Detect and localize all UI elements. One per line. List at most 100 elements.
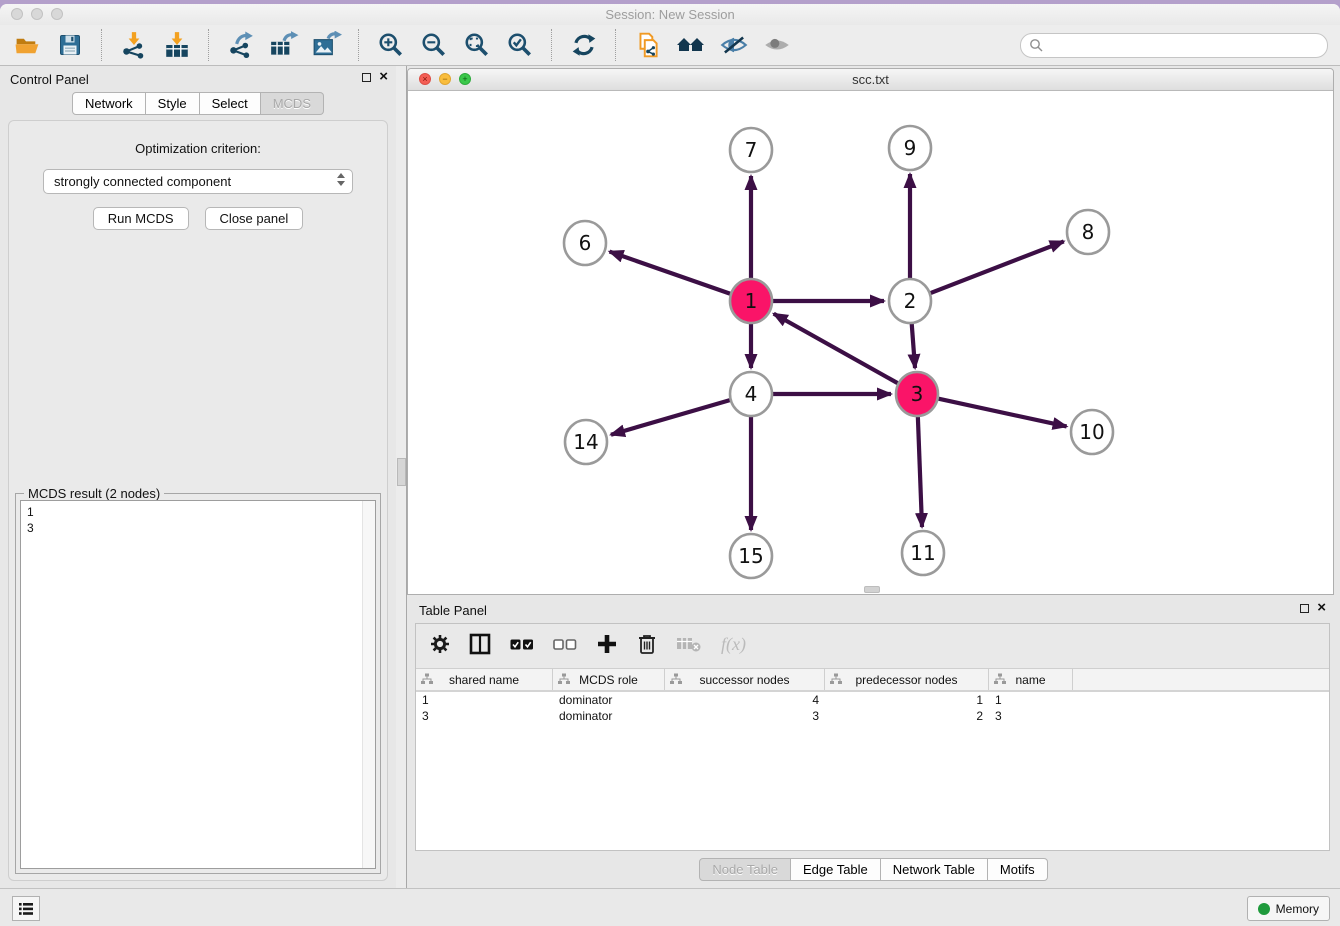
column-header-predecessor-nodes[interactable]: predecessor nodes <box>825 669 989 690</box>
search-icon <box>1029 38 1043 52</box>
edge-2-3[interactable] <box>912 323 915 368</box>
export-network-icon[interactable] <box>226 30 256 60</box>
graph-node-9[interactable]: 9 <box>889 126 931 170</box>
table-cell[interactable]: 3 <box>416 709 553 723</box>
app-window: Session: New Session <box>0 4 1340 926</box>
table-cell[interactable]: 3 <box>989 709 1073 723</box>
tab-node-table[interactable]: Node Table <box>699 858 791 881</box>
tab-motifs[interactable]: Motifs <box>988 858 1048 881</box>
column-header-shared-name[interactable]: shared name <box>416 669 553 690</box>
node-table-container: f(x) shared nameMCDS rolesuccessor nodes… <box>415 623 1330 851</box>
graph-node-11[interactable]: 11 <box>902 531 944 575</box>
table-row[interactable]: 3dominator323 <box>416 708 1329 724</box>
node-label: 11 <box>910 541 935 565</box>
node-table: shared nameMCDS rolesuccessor nodesprede… <box>416 668 1329 850</box>
mcds-result-title: MCDS result (2 nodes) <box>24 486 164 501</box>
delete-row-icon[interactable] <box>637 633 657 655</box>
node-label: 4 <box>745 382 758 406</box>
graph-node-1[interactable]: 1 <box>730 279 772 323</box>
search-input[interactable] <box>1020 33 1328 58</box>
node-label: 15 <box>738 544 763 568</box>
float-table-panel-icon[interactable] <box>1300 604 1309 613</box>
scrollbar[interactable] <box>362 501 375 868</box>
optimization-dropdown[interactable]: strongly connected component <box>43 169 353 194</box>
export-image-icon[interactable] <box>312 30 342 60</box>
zoom-fit-icon[interactable] <box>462 30 492 60</box>
delete-table-icon[interactable] <box>676 635 702 653</box>
close-table-panel-icon[interactable]: × <box>1317 602 1326 614</box>
duplicate-network-icon[interactable] <box>633 30 663 60</box>
result-line: 3 <box>27 520 375 536</box>
canvas-splitter-handle[interactable] <box>864 586 880 593</box>
add-row-icon[interactable] <box>596 633 618 655</box>
table-row[interactable]: 1dominator411 <box>416 692 1329 708</box>
table-cell[interactable]: dominator <box>553 709 665 723</box>
mcds-result-text[interactable]: 13 <box>20 500 376 869</box>
open-file-icon[interactable] <box>12 30 42 60</box>
save-session-icon[interactable] <box>55 30 85 60</box>
tab-edge-table[interactable]: Edge Table <box>791 858 881 881</box>
task-history-button[interactable] <box>12 896 40 921</box>
graph-node-2[interactable]: 2 <box>889 279 931 323</box>
table-cell[interactable]: 1 <box>416 693 553 707</box>
splitter-handle[interactable] <box>397 458 406 486</box>
tab-style[interactable]: Style <box>146 92 200 115</box>
tab-network-table[interactable]: Network Table <box>881 858 988 881</box>
table-cell[interactable]: 1 <box>825 693 989 707</box>
graph-node-8[interactable]: 8 <box>1067 210 1109 254</box>
import-network-icon[interactable] <box>119 30 149 60</box>
table-cell[interactable]: dominator <box>553 693 665 707</box>
memory-button[interactable]: Memory <box>1247 896 1330 921</box>
list-icon <box>18 902 34 916</box>
table-cell[interactable]: 1 <box>989 693 1073 707</box>
edge-3-11[interactable] <box>918 416 922 527</box>
tab-mcds[interactable]: MCDS <box>261 92 324 115</box>
graph-node-3[interactable]: 3 <box>896 372 938 416</box>
zoom-selected-icon[interactable] <box>505 30 535 60</box>
edge-3-10[interactable] <box>938 399 1066 427</box>
edge-4-14[interactable] <box>611 400 730 435</box>
graph-node-4[interactable]: 4 <box>730 372 772 416</box>
zoom-out-icon[interactable] <box>419 30 449 60</box>
hide-selected-icon[interactable] <box>719 30 749 60</box>
graph-node-7[interactable]: 7 <box>730 128 772 172</box>
run-mcds-button[interactable]: Run MCDS <box>93 207 189 230</box>
export-table-icon[interactable] <box>269 30 299 60</box>
unselect-all-icon[interactable] <box>553 638 577 651</box>
edge-1-6[interactable] <box>610 252 731 294</box>
first-neighbors-icon[interactable] <box>676 30 706 60</box>
table-cell[interactable]: 2 <box>825 709 989 723</box>
apply-layout-icon[interactable] <box>569 30 599 60</box>
network-window: × − + scc.txt 1 2 3 4 6 7 8 9 10 11 14 15 <box>407 68 1334 595</box>
show-all-icon[interactable] <box>762 30 792 60</box>
edge-2-8[interactable] <box>931 241 1064 293</box>
column-selector-icon[interactable] <box>469 633 491 655</box>
table-panel: Table Panel × <box>407 597 1340 889</box>
tab-network[interactable]: Network <box>72 92 146 115</box>
table-body: 1dominator4113dominator323 <box>416 692 1329 724</box>
edge-3-1[interactable] <box>774 314 898 384</box>
close-panel-icon[interactable]: × <box>379 71 388 83</box>
column-header-name[interactable]: name <box>989 669 1073 690</box>
network-window-titlebar[interactable]: × − + scc.txt <box>408 69 1333 91</box>
graph-node-15[interactable]: 15 <box>730 534 772 578</box>
node-label: 1 <box>745 289 758 313</box>
network-canvas[interactable]: 1 2 3 4 6 7 8 9 10 11 14 15 <box>408 91 1333 594</box>
tab-select[interactable]: Select <box>200 92 261 115</box>
function-builder-icon[interactable]: f(x) <box>721 634 746 655</box>
zoom-in-icon[interactable] <box>376 30 406 60</box>
column-header-MCDS-role[interactable]: MCDS role <box>553 669 665 690</box>
import-table-icon[interactable] <box>162 30 192 60</box>
settings-icon[interactable] <box>430 634 450 654</box>
panel-splitter[interactable] <box>396 66 407 889</box>
select-all-icon[interactable] <box>510 638 534 651</box>
graph-node-6[interactable]: 6 <box>564 221 606 265</box>
graph-node-10[interactable]: 10 <box>1071 410 1113 454</box>
column-header-successor-nodes[interactable]: successor nodes <box>665 669 825 690</box>
table-cell[interactable]: 4 <box>665 693 825 707</box>
float-panel-icon[interactable] <box>362 73 371 82</box>
close-panel-button[interactable]: Close panel <box>205 207 304 230</box>
table-cell[interactable]: 3 <box>665 709 825 723</box>
graph-node-14[interactable]: 14 <box>565 420 607 464</box>
memory-label: Memory <box>1276 902 1319 916</box>
